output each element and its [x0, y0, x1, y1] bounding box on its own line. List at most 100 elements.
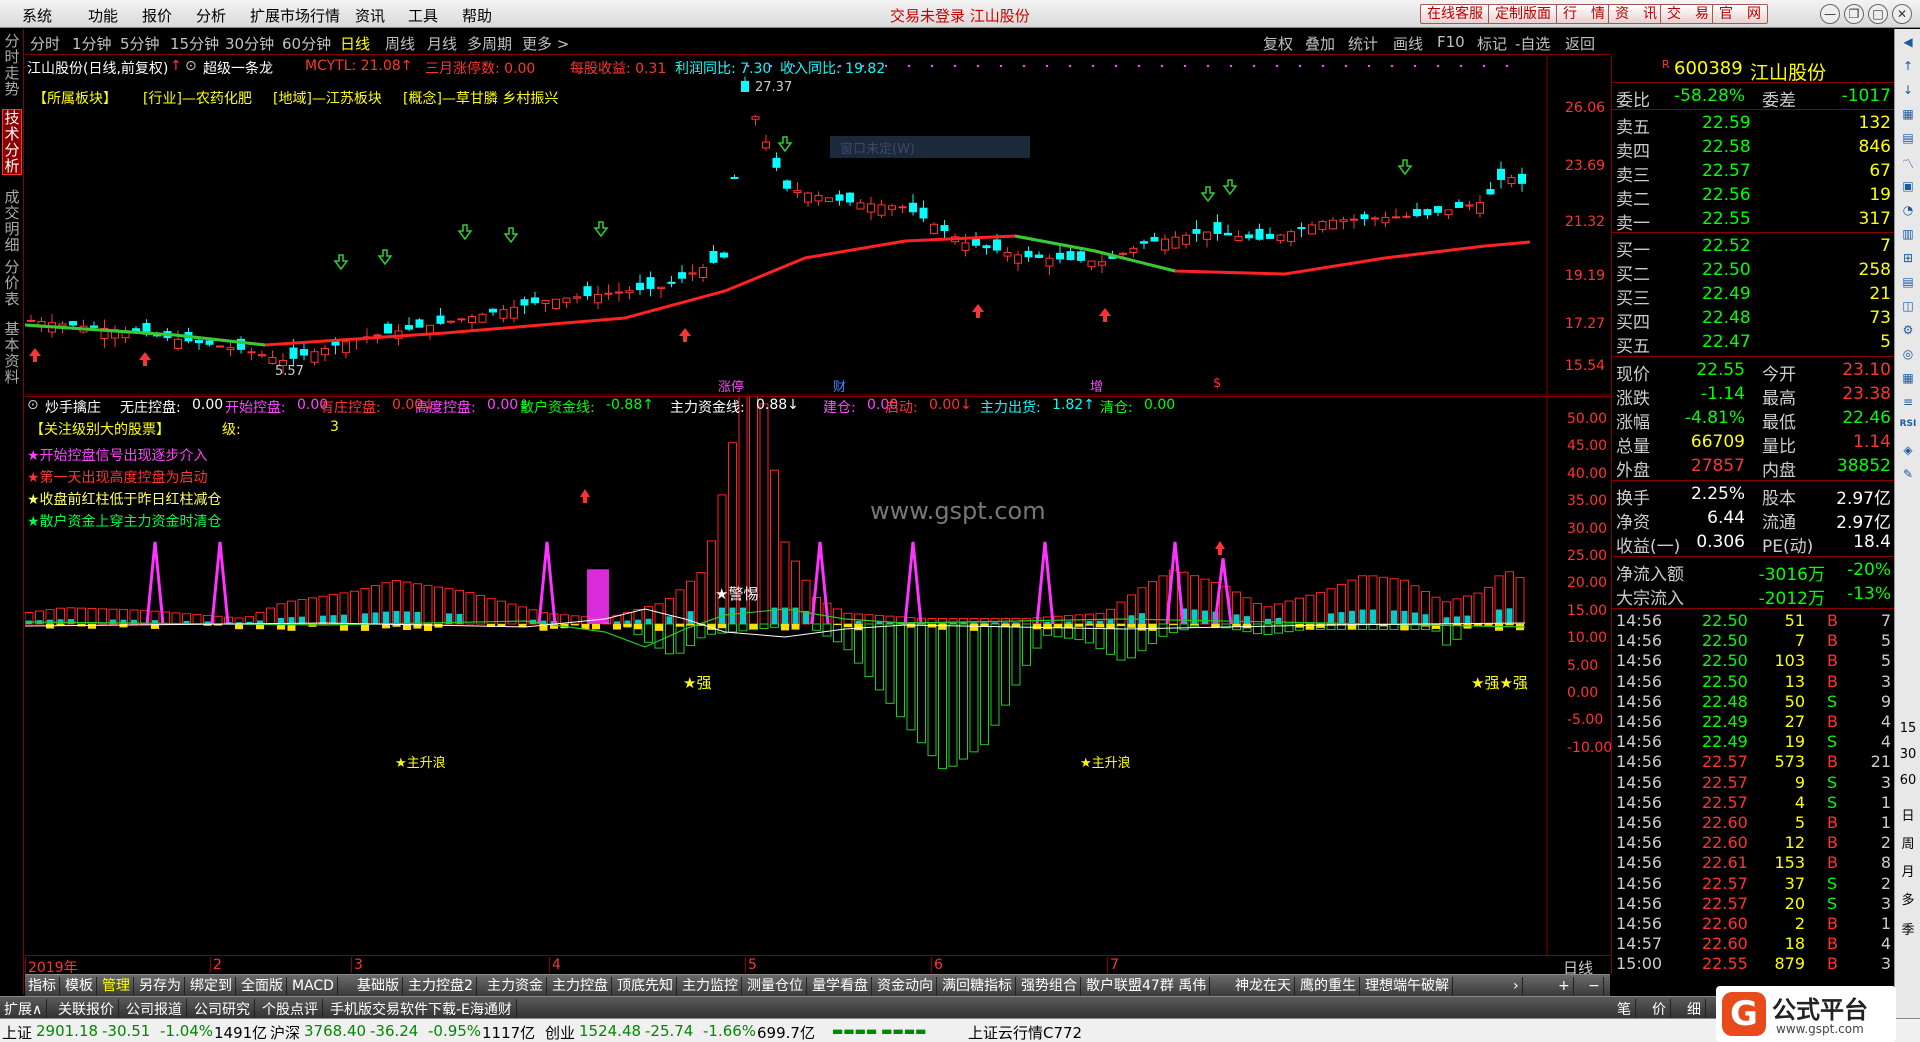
- event-label-3[interactable]: $: [1213, 376, 1221, 391]
- sector-tag-0[interactable]: 【所属板块】: [33, 88, 117, 108]
- tool-button-2[interactable]: 统计: [1348, 33, 1378, 54]
- bottom-tab-6[interactable]: MACD: [289, 977, 338, 995]
- bottom-tab-21[interactable]: 理想端午破解: [1362, 977, 1453, 995]
- settings-icon[interactable]: ⚙: [1899, 323, 1917, 341]
- close-icon[interactable]: ✕: [1892, 4, 1912, 24]
- bottom-tab-18[interactable]: 散户联盟47群 禹伟: [1083, 977, 1211, 995]
- left-tab-0[interactable]: 分时走势: [2, 33, 22, 97]
- matrix-icon[interactable]: ▦: [1899, 371, 1917, 389]
- bottom-tab-8[interactable]: 主力控盘2: [405, 977, 477, 995]
- kline-chart[interactable]: 江山股份(日线,前复权) ↑ ⊙ 超级一条龙 MCYTL: 21.08↑ 三月涨…: [25, 56, 1610, 395]
- info-tab-0[interactable]: 扩展∧: [0, 999, 48, 1019]
- left-tab-1[interactable]: 技术分析: [2, 109, 22, 175]
- right-period-6[interactable]: 多: [1899, 889, 1917, 908]
- add-tab-icon[interactable]: +: [1555, 977, 1574, 995]
- indicator-chart[interactable]: ⊙ 炒手擒庄 无庄控盘: 0.00 开始控盘: 0.00 有庄控盘: 0.00↓ 高度控盘:…: [25, 396, 1612, 956]
- info-tab-3[interactable]: 公司研究: [190, 999, 255, 1019]
- tool-button-0[interactable]: 复权: [1263, 33, 1293, 54]
- bottom-tab-10[interactable]: 主力控盘: [549, 977, 612, 995]
- period-tab-0[interactable]: 分时: [30, 33, 60, 54]
- tool-button-1[interactable]: 叠加: [1305, 33, 1335, 54]
- split-icon[interactable]: ◫: [1899, 299, 1917, 317]
- top-button-0[interactable]: 在线客服: [1420, 4, 1490, 24]
- move-icon[interactable]: ◈: [1899, 443, 1917, 461]
- period-tab-1[interactable]: 1分钟: [72, 33, 112, 54]
- bottom-tab-20[interactable]: 鹰的重生: [1297, 977, 1360, 995]
- top-button-3[interactable]: 资 讯: [1608, 4, 1664, 24]
- bottom-tab-5[interactable]: 全面版: [238, 977, 287, 995]
- left-tab-2[interactable]: 成交明细: [2, 189, 22, 253]
- menu-item-1[interactable]: 功能: [88, 5, 118, 26]
- maximize-icon[interactable]: □: [1868, 4, 1888, 24]
- top-button-4[interactable]: 交 易: [1660, 4, 1716, 24]
- event-label-2[interactable]: 增: [1090, 376, 1103, 395]
- bottom-tab-14[interactable]: 量学看盘: [809, 977, 872, 995]
- bottom-tab-0[interactable]: 指标: [25, 977, 60, 995]
- period-tab-7[interactable]: 周线: [385, 33, 415, 54]
- pie-icon[interactable]: ◔: [1899, 203, 1917, 221]
- period-tab-4[interactable]: 30分钟: [225, 33, 274, 54]
- top-button-5[interactable]: 官 网: [1712, 4, 1768, 24]
- collapse-icon[interactable]: ◀: [1899, 35, 1917, 53]
- sector-tag-1[interactable]: [行业]—农药化肥: [143, 88, 252, 108]
- period-tab-9[interactable]: 多周期: [467, 33, 512, 54]
- right-period-1[interactable]: 30: [1899, 747, 1917, 765]
- event-label-0[interactable]: 涨停: [718, 376, 744, 395]
- bottom-tab-19[interactable]: 神龙在天: [1232, 977, 1295, 995]
- quote-tab-1[interactable]: 价: [1648, 999, 1671, 1019]
- panel-icon[interactable]: ▣: [1899, 179, 1917, 197]
- right-period-7[interactable]: 季: [1899, 919, 1917, 938]
- info-tab-4[interactable]: 个股点评: [258, 999, 323, 1019]
- sector-tag-2[interactable]: [地域]—江苏板块: [273, 88, 382, 108]
- down-icon[interactable]: ↓: [1899, 83, 1917, 101]
- right-period-2[interactable]: 60: [1899, 773, 1917, 791]
- index-name-0[interactable]: 上证: [2, 1022, 32, 1042]
- top-button-1[interactable]: 定制版面: [1488, 4, 1558, 24]
- tool-button-6[interactable]: -自选: [1515, 33, 1550, 54]
- indicator-name[interactable]: 超级一条龙: [203, 58, 273, 78]
- sector-tag-3[interactable]: [概念]—草甘膦 乡村振兴: [403, 88, 558, 108]
- bottom-tab-11[interactable]: 顶底先知: [614, 977, 677, 995]
- period-tab-8[interactable]: 月线: [427, 33, 457, 54]
- bottom-tab-7[interactable]: 基础版: [354, 977, 403, 995]
- menu-item-2[interactable]: 报价: [142, 5, 172, 26]
- pencil-icon[interactable]: ✎: [1899, 467, 1917, 485]
- bottom-tab-17[interactable]: 强势组合: [1018, 977, 1081, 995]
- remove-tab-icon[interactable]: −: [1585, 977, 1604, 995]
- left-tab-4[interactable]: 基本资料: [2, 321, 22, 385]
- menu-item-5[interactable]: 资讯: [355, 5, 385, 26]
- quote-tab-2[interactable]: 细: [1683, 999, 1706, 1019]
- info-tab-1[interactable]: 关联报价: [54, 999, 119, 1019]
- period-tab-10[interactable]: 更多 >: [522, 33, 569, 54]
- bottom-tab-9[interactable]: 主力资金: [484, 977, 547, 995]
- quote-tab-0[interactable]: 笔: [1613, 999, 1636, 1019]
- event-label-1[interactable]: 财: [833, 376, 846, 395]
- bottom-tab-3[interactable]: 另存为: [136, 977, 185, 995]
- period-tab-5[interactable]: 60分钟: [282, 33, 331, 54]
- top-button-2[interactable]: 行 情: [1556, 4, 1612, 24]
- index-name-1[interactable]: 沪深: [270, 1022, 300, 1042]
- menu-item-7[interactable]: 帮助: [462, 5, 492, 26]
- minimize-icon[interactable]: —: [1820, 4, 1840, 24]
- menu-item-6[interactable]: 工具: [408, 5, 438, 26]
- right-period-4[interactable]: 周: [1899, 833, 1917, 852]
- up-icon[interactable]: ↑: [1899, 59, 1917, 77]
- menu-item-4[interactable]: 扩展市场行情: [250, 5, 340, 26]
- bottom-tab-4[interactable]: 绑定到: [187, 977, 236, 995]
- right-period-0[interactable]: 15: [1899, 721, 1917, 739]
- left-tab-3[interactable]: 分价表: [2, 259, 22, 307]
- tool-button-3[interactable]: 画线: [1393, 33, 1423, 54]
- tool-button-5[interactable]: 标记: [1477, 33, 1507, 54]
- rsi-icon[interactable]: RSI: [1899, 419, 1917, 437]
- menu-item-3[interactable]: 分析: [196, 5, 226, 26]
- indicator-select-icon[interactable]: ⊙: [27, 397, 39, 413]
- bottom-tab-13[interactable]: 测量仓位: [744, 977, 807, 995]
- target-icon[interactable]: ◎: [1899, 347, 1917, 365]
- indicator-select-icon[interactable]: ⊙: [185, 58, 197, 74]
- bottom-tab-2[interactable]: 管理: [99, 977, 134, 995]
- bottom-tab-1[interactable]: 模板: [62, 977, 97, 995]
- report-icon[interactable]: ▤: [1899, 275, 1917, 293]
- index-name-2[interactable]: 创业: [545, 1022, 575, 1042]
- window-icon[interactable]: ⊞: [1899, 251, 1917, 269]
- table-icon[interactable]: ▥: [1899, 227, 1917, 245]
